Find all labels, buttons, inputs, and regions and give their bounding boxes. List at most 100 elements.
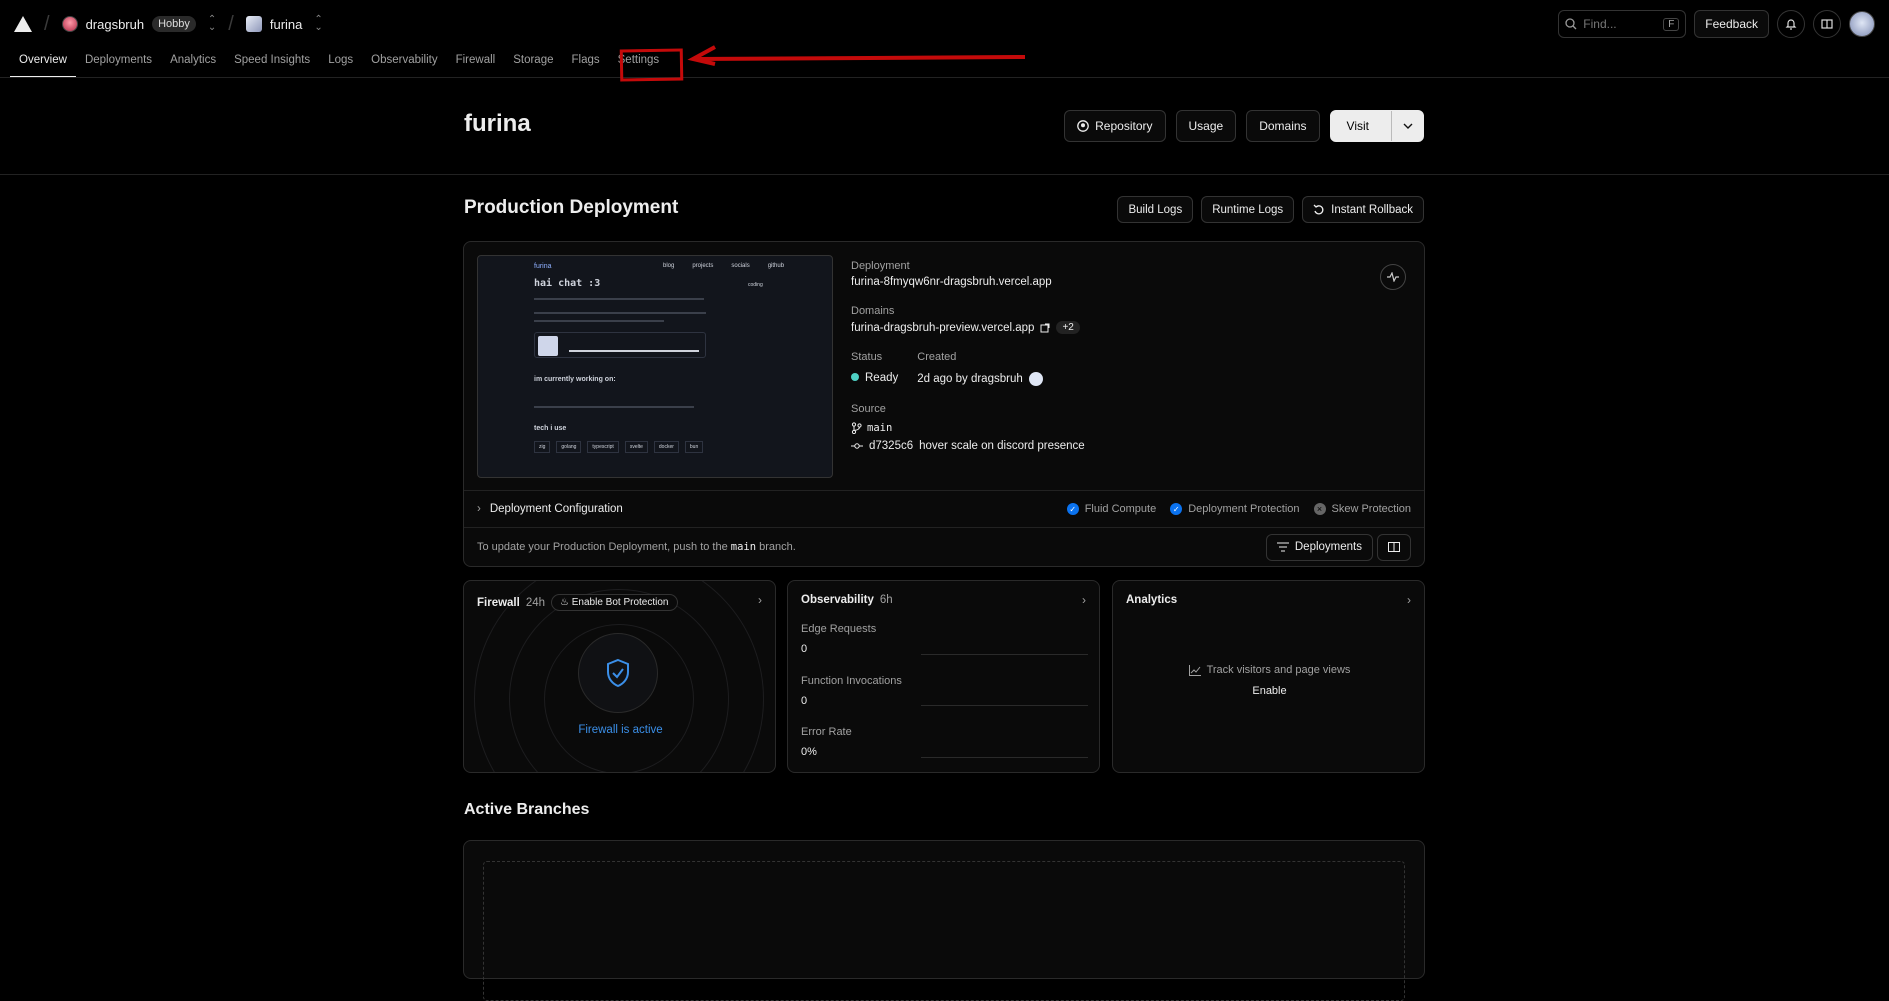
analytics-cta: Track visitors and page views Enable	[1113, 664, 1426, 697]
firewall-card[interactable]: Firewall 24h ♨ Enable Bot Protection › F…	[463, 580, 776, 773]
preview-text-line	[534, 312, 706, 314]
sparkline	[921, 757, 1088, 758]
metric-value: 0%	[801, 746, 817, 758]
source-commit[interactable]: d7325c6 hover scale on discord presence	[851, 440, 1371, 452]
chevron-updown-icon[interactable]: ⌃ ⌄	[208, 15, 216, 33]
created-block: Created 2d ago by dragsbruh	[917, 351, 1043, 386]
tab-overview[interactable]: Overview	[10, 48, 76, 78]
visit-dropdown-chevron-icon[interactable]	[1391, 111, 1423, 141]
observability-card-title: Observability 6h	[801, 594, 893, 606]
source-branch[interactable]: main	[851, 422, 1371, 434]
runtime-logs-button[interactable]: Runtime Logs	[1201, 196, 1295, 223]
error-rate-metric: Error Rate 0%	[801, 726, 852, 758]
project-nav-tabs: Overview Deployments Analytics Speed Ins…	[10, 48, 668, 78]
preview-music-card	[534, 332, 706, 358]
docs-book-icon[interactable]	[1813, 10, 1841, 38]
status-text: Ready	[865, 372, 899, 384]
tab-speed-insights[interactable]: Speed Insights	[225, 48, 319, 78]
preview-chip: svelte	[624, 441, 648, 453]
status-block: Status Ready	[851, 351, 898, 386]
preview-nav-item: projects	[692, 263, 714, 269]
more-domains-badge[interactable]: +2	[1056, 321, 1080, 334]
plan-badge: Hobby	[152, 16, 196, 32]
search-shortcut: F	[1663, 17, 1680, 31]
sparkline	[921, 705, 1088, 706]
external-link-icon	[1040, 323, 1050, 332]
firewall-title: Firewall	[477, 596, 520, 609]
deployment-configuration-row[interactable]: › Deployment Configuration ✓ Fluid Comput…	[464, 490, 1424, 528]
chevron-right-icon: ›	[477, 503, 481, 515]
fluid-compute-label: Fluid Compute	[1084, 503, 1157, 515]
preview-chip: bun	[684, 441, 704, 453]
metric-label: Function Invocations	[801, 675, 902, 687]
active-branches-card	[463, 840, 1425, 1001]
skew-protection-flag: × Skew Protection	[1313, 503, 1411, 515]
chevron-right-icon[interactable]: ›	[1082, 593, 1086, 607]
tab-deployments[interactable]: Deployments	[76, 48, 161, 78]
preview-chip: docker	[653, 441, 679, 453]
tab-logs[interactable]: Logs	[319, 48, 362, 78]
bot-icon: ♨	[560, 597, 569, 608]
enable-bot-protection-button[interactable]: ♨ Enable Bot Protection	[551, 594, 678, 611]
repository-button[interactable]: Repository	[1064, 110, 1166, 142]
metric-label: Edge Requests	[801, 623, 877, 635]
rollback-label: Instant Rollback	[1331, 203, 1413, 216]
analytics-enable-button[interactable]: Enable	[1113, 685, 1426, 697]
status-value: Ready	[851, 372, 898, 384]
firewall-status-text: Firewall is active	[578, 724, 663, 736]
notifications-bell-icon[interactable]	[1777, 10, 1805, 38]
commit-hash: d7325c6	[869, 440, 914, 452]
observability-card[interactable]: Observability 6h › Edge Requests 0 Funct…	[787, 580, 1100, 773]
breadcrumb-separator: /	[228, 12, 234, 35]
preview-nav-item: github	[767, 263, 785, 269]
skew-protection-label: Skew Protection	[1331, 503, 1411, 515]
analytics-card[interactable]: Analytics › Track visitors and page view…	[1112, 580, 1425, 773]
user-avatar[interactable]	[1849, 11, 1875, 37]
usage-button[interactable]: Usage	[1175, 110, 1237, 142]
docs-book-icon[interactable]	[1377, 533, 1411, 561]
domains-button[interactable]: Domains	[1246, 110, 1320, 142]
tab-firewall[interactable]: Firewall	[447, 48, 505, 78]
tab-observability[interactable]: Observability	[362, 48, 446, 78]
activity-pulse-icon[interactable]	[1380, 264, 1406, 290]
deployments-button[interactable]: Deployments	[1265, 533, 1373, 561]
preview-site-name: furina	[534, 263, 552, 270]
analytics-title: Analytics	[1126, 594, 1178, 606]
tabs-divider	[0, 77, 1889, 78]
preview-nav-item: socials	[731, 263, 750, 269]
domains-label: Domains	[851, 305, 895, 317]
project-switcher[interactable]: furina ⌃ ⌄	[245, 15, 323, 33]
tab-storage[interactable]: Storage	[504, 48, 562, 78]
feedback-button[interactable]: Feedback	[1694, 10, 1769, 38]
chevron-right-icon[interactable]: ›	[758, 593, 762, 607]
annotation-arrow-icon	[687, 45, 1026, 66]
build-logs-button[interactable]: Build Logs	[1117, 196, 1194, 223]
deployment-preview-thumbnail[interactable]: furina blog projects socials github hai …	[477, 255, 833, 478]
preview-chip: golang	[556, 441, 582, 453]
preview-text-line	[534, 298, 704, 300]
team-switcher[interactable]: dragsbruh Hobby ⌃ ⌄	[61, 15, 216, 33]
update-hint-branch: main	[730, 541, 757, 553]
vercel-logo-icon[interactable]	[14, 16, 32, 32]
chevron-updown-icon[interactable]: ⌃ ⌄	[314, 15, 322, 33]
tab-analytics[interactable]: Analytics	[161, 48, 225, 78]
annotation-highlight-box	[619, 48, 684, 82]
deployment-url-link[interactable]: furina-8fmyqw6nr-dragsbruh.vercel.app	[851, 276, 1371, 288]
preview-text-line	[534, 406, 694, 408]
team-name: dragsbruh	[85, 16, 145, 32]
visit-button-group: Visit	[1329, 110, 1424, 142]
instant-rollback-button[interactable]: Instant Rollback	[1302, 196, 1424, 223]
visit-button[interactable]: Visit	[1331, 119, 1385, 133]
domain-url-link[interactable]: furina-dragsbruh-preview.vercel.app	[851, 322, 1034, 334]
project-title: furina	[464, 110, 531, 137]
deployments-label: Deployments	[1294, 541, 1362, 553]
created-label: Created	[917, 351, 957, 363]
tab-flags[interactable]: Flags	[563, 48, 609, 78]
check-circle-icon: ✓	[1170, 503, 1183, 515]
shield-check-icon	[578, 633, 658, 713]
chevron-right-icon[interactable]: ›	[1407, 593, 1411, 607]
preview-status-tag: coding	[748, 282, 763, 288]
search-input[interactable]: Find... F	[1558, 10, 1687, 38]
update-hint-before: To update your Production Deployment, pu…	[477, 541, 728, 553]
preview-tech-heading: tech i use	[534, 425, 567, 432]
